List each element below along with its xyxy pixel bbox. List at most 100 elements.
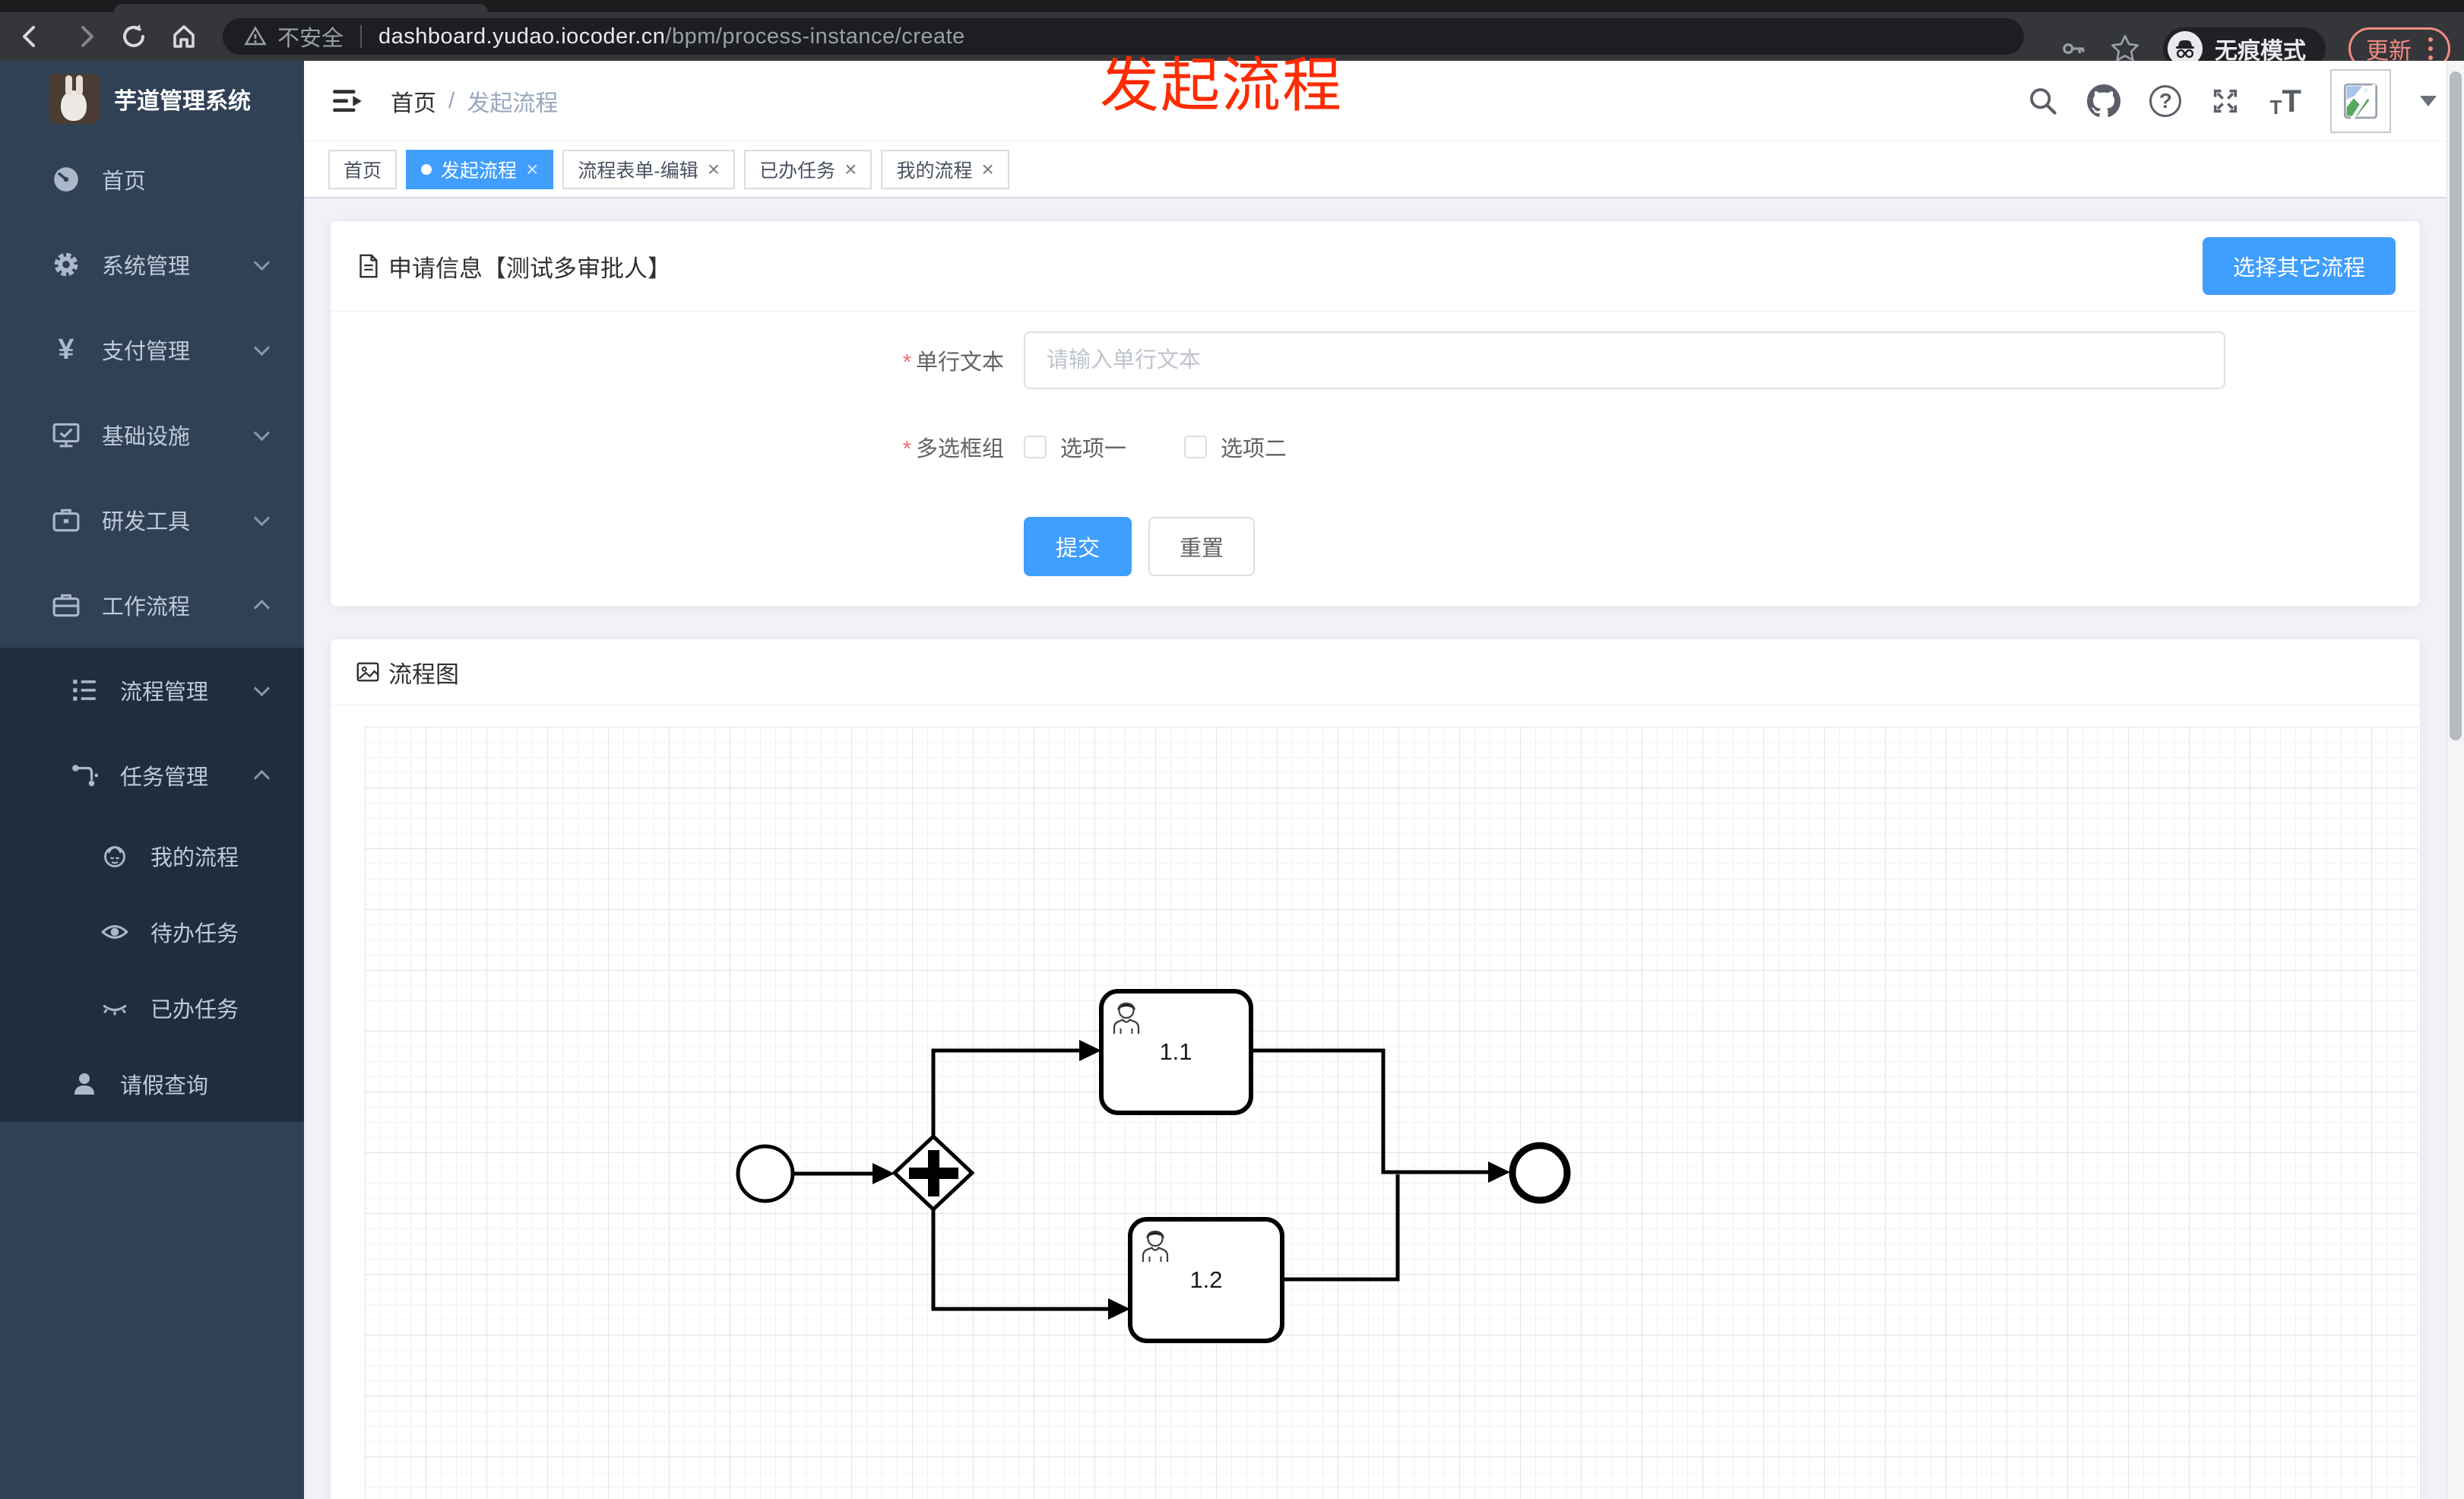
- bpmn-end-event[interactable]: [1509, 1142, 1571, 1204]
- sidebar-logo[interactable]: 芋道管理系统: [0, 61, 304, 137]
- app-title: 芋道管理系统: [114, 89, 251, 114]
- page-scrollbar[interactable]: [2447, 61, 2464, 1499]
- bpmn-parallel-gateway[interactable]: [892, 1133, 975, 1212]
- close-icon[interactable]: ×: [526, 158, 538, 180]
- sidebar-item-todo-tasks[interactable]: 待办任务: [0, 894, 304, 970]
- choose-other-process-button[interactable]: 选择其它流程: [2202, 237, 2396, 295]
- reload-icon[interactable]: [120, 23, 147, 50]
- image-icon: [356, 662, 379, 682]
- help-icon[interactable]: ?: [2149, 84, 2182, 117]
- bpmn-user-task-1-2[interactable]: 1.2: [1128, 1217, 1284, 1343]
- sidebar-item-system[interactable]: 系统管理: [0, 222, 304, 307]
- breadcrumb-home[interactable]: 首页: [391, 84, 436, 118]
- sidebar-item-home[interactable]: 首页: [0, 137, 304, 222]
- sidebar-item-payment[interactable]: ¥ 支付管理: [0, 307, 304, 392]
- breadcrumb: 首页 / 发起流程: [391, 84, 558, 118]
- sidebar-item-label: 任务管理: [120, 765, 209, 790]
- checkbox-option-2[interactable]: 选项二: [1184, 431, 1287, 463]
- tag-done-tasks[interactable]: 已办任务 ×: [744, 149, 873, 189]
- bookmark-star-icon[interactable]: [2110, 33, 2140, 64]
- chevron-up-icon: [253, 769, 271, 787]
- chevron-down-icon: [253, 509, 271, 527]
- screenshot-root: 不安全 dashboard.yudao.iocoder.cn/bpm/proce…: [0, 0, 2464, 1499]
- tag-form-edit[interactable]: 流程表单-编辑 ×: [562, 149, 736, 189]
- sidebar-item-task-mgmt[interactable]: 任务管理: [0, 733, 304, 818]
- required-mark: *: [902, 350, 911, 375]
- browser-menu-icon[interactable]: [2428, 37, 2433, 60]
- task-label: 1.1: [1159, 1038, 1192, 1065]
- monitor-icon: [52, 420, 81, 449]
- field-label: * 单行文本: [902, 350, 1004, 375]
- close-icon[interactable]: ×: [844, 158, 857, 180]
- sidebar-item-label: 支付管理: [102, 340, 191, 364]
- bpmn-canvas[interactable]: 1.1 1.2: [365, 727, 2418, 1499]
- form-row-text: * 单行文本: [680, 331, 2420, 389]
- close-icon[interactable]: ×: [981, 158, 993, 180]
- checkbox-icon[interactable]: [1024, 436, 1047, 458]
- checkbox-option-1[interactable]: 选项一: [1024, 431, 1126, 463]
- browser-active-tab[interactable]: [114, 4, 488, 12]
- sidebar-item-my-process[interactable]: 我的流程: [0, 818, 304, 894]
- eye-open-icon: [100, 917, 129, 946]
- font-size-icon[interactable]: TT: [2269, 84, 2301, 117]
- home-icon[interactable]: [170, 23, 198, 50]
- navbar: 首页 / 发起流程 ? T T: [304, 61, 2464, 141]
- sidebar: 芋道管理系统 首页 系统管理 ¥ 支付管理 基础设施 研发工具 工作流程 流程管…: [0, 61, 304, 1499]
- briefcase-icon: [52, 591, 81, 620]
- sidebar-item-leave-query[interactable]: 请假查询: [0, 1046, 304, 1122]
- sidebar-item-label: 工作流程: [102, 595, 191, 620]
- sidebar-item-label: 流程管理: [120, 680, 209, 705]
- yen-icon: ¥: [58, 334, 74, 366]
- checkbox-icon[interactable]: [1184, 436, 1208, 458]
- tag-my-process[interactable]: 我的流程 ×: [881, 149, 1009, 189]
- process-diagram-card: 流程图 1.1 1.2: [330, 639, 2421, 1499]
- avatar[interactable]: [2330, 68, 2391, 133]
- flow-icon: [70, 761, 99, 790]
- main-area: 首页 / 发起流程 ? T T 首页 发起流程 × 流程表单-编辑 × 已办任务…: [304, 61, 2464, 1499]
- people-icon: [100, 841, 129, 870]
- close-icon[interactable]: ×: [708, 158, 720, 180]
- bpmn-start-event[interactable]: [736, 1144, 795, 1203]
- chevron-down-icon: [253, 254, 271, 271]
- search-icon[interactable]: [2028, 86, 2058, 116]
- sidebar-item-process-mgmt[interactable]: 流程管理: [0, 648, 304, 733]
- required-mark: *: [902, 437, 911, 461]
- tags-view: 首页 发起流程 × 流程表单-编辑 × 已办任务 × 我的流程 ×: [304, 141, 2464, 198]
- submit-button[interactable]: 提交: [1024, 517, 1132, 576]
- chevron-down-icon: [253, 680, 271, 697]
- security-label: 不安全: [277, 27, 344, 51]
- sidebar-item-workflow[interactable]: 工作流程: [0, 563, 304, 648]
- url-path: /bpm/process-instance/create: [665, 24, 965, 49]
- sidebar-item-label: 待办任务: [150, 922, 239, 946]
- back-icon[interactable]: [17, 23, 44, 50]
- task-label: 1.2: [1189, 1266, 1222, 1293]
- avatar-caret-icon[interactable]: [2420, 95, 2437, 106]
- hamburger-icon[interactable]: [331, 85, 363, 117]
- fullscreen-icon[interactable]: [2210, 86, 2241, 116]
- eye-closed-icon: [100, 994, 129, 1022]
- single-line-text-input[interactable]: [1024, 331, 2225, 389]
- tag-home[interactable]: 首页: [328, 149, 397, 189]
- password-key-icon[interactable]: [2060, 35, 2087, 62]
- sidebar-item-devtools[interactable]: 研发工具: [0, 477, 304, 563]
- workflow-submenu: 流程管理 任务管理 我的流程 待办任务 已办任务 请假查询: [0, 648, 304, 1122]
- form-buttons: 提交 重置: [1024, 517, 2420, 576]
- chevron-down-icon: [253, 339, 271, 357]
- github-icon[interactable]: [2087, 84, 2121, 118]
- sidebar-item-label: 系统管理: [102, 255, 191, 279]
- bpmn-user-task-1-1[interactable]: 1.1: [1099, 989, 1253, 1115]
- scrollbar-thumb[interactable]: [2450, 71, 2462, 740]
- bpmn-diagram: 1.1 1.2: [736, 989, 1571, 1343]
- tag-create-process[interactable]: 发起流程 ×: [406, 149, 554, 189]
- breadcrumb-current: 发起流程: [467, 90, 559, 116]
- tree-list-icon: [70, 676, 99, 705]
- reset-button[interactable]: 重置: [1148, 517, 1255, 576]
- broken-image-icon: [2343, 83, 2378, 120]
- navbar-actions: ? TT: [2028, 68, 2437, 133]
- forward-icon[interactable]: [72, 23, 100, 50]
- url-divider: [360, 25, 363, 48]
- sidebar-item-done-tasks[interactable]: 已办任务: [0, 970, 304, 1046]
- sidebar-item-infra[interactable]: 基础设施: [0, 392, 304, 477]
- app-window: 芋道管理系统 首页 系统管理 ¥ 支付管理 基础设施 研发工具 工作流程 流程管…: [0, 61, 2464, 1499]
- diagram-card-title: 流程图: [355, 655, 459, 689]
